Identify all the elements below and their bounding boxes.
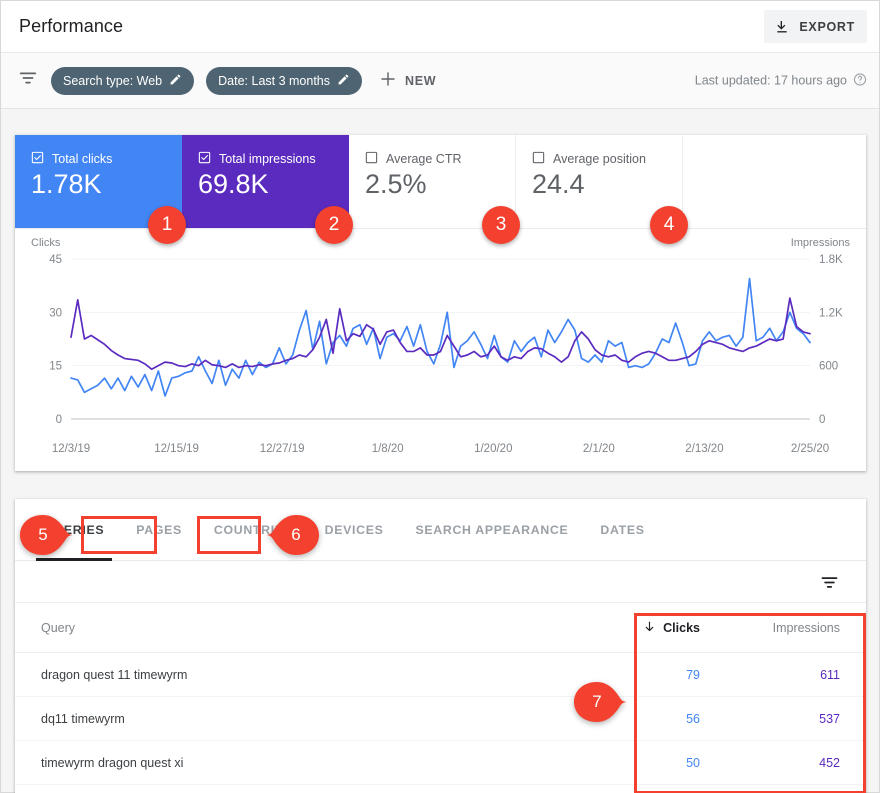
cell-clicks: 79 (686, 667, 700, 682)
cell-query: timewyrm dragon quest xi (41, 755, 184, 770)
metric-card-average-position-label: Average position (553, 152, 646, 166)
performance-page: Performance EXPORT Search type: Web Date… (0, 0, 880, 793)
dimension-table-card: QUERIES PAGES COUNTRIES DEVICES SEARCH APPEA… (15, 499, 866, 793)
chart-plot-area: 0 0 15 600 30 1.2K 45 1.8K 12/3/19 12/15/19 12/27/… (49, 254, 843, 455)
performance-line-chart: Clicks Impressions 0 0 15 600 30 1.2K 45 1.8K 12… (15, 229, 866, 470)
table-body: dragon quest 11 timewyrm 79 611 dq11 timewy… (15, 653, 866, 785)
annotation-badge-3: 3 (482, 206, 520, 244)
metric-card-average-ctr-value: 2.5% (365, 169, 427, 199)
download-icon (774, 19, 790, 35)
svg-text:600: 600 (819, 361, 838, 373)
add-filter-label: NEW (405, 73, 437, 88)
checkbox-checked-icon[interactable] (31, 151, 44, 167)
column-header-clicks-label: Clicks (663, 620, 700, 635)
annotation-pin-6: 6 (264, 514, 320, 556)
checkbox-unchecked-icon[interactable] (365, 151, 378, 167)
svg-text:2/25/20: 2/25/20 (791, 443, 829, 455)
svg-text:12/27/19: 12/27/19 (260, 443, 305, 455)
table-filter-row (15, 561, 866, 603)
cell-impressions: 452 (819, 755, 840, 770)
tab-devices[interactable]: DEVICES (309, 499, 400, 561)
column-header-clicks[interactable]: Clicks (582, 620, 700, 636)
filter-chip-date[interactable]: Date: Last 3 months (206, 66, 363, 95)
cell-impressions: 537 (819, 711, 840, 726)
svg-text:15: 15 (49, 361, 62, 373)
cell-clicks: 50 (686, 755, 700, 770)
annotation-pin-5-label: 5 (38, 525, 48, 544)
svg-text:2/1/20: 2/1/20 (583, 443, 615, 455)
tab-dates[interactable]: DATES (584, 499, 660, 561)
column-header-impressions[interactable]: Impressions (700, 621, 840, 635)
tab-pages[interactable]: PAGES (120, 499, 198, 561)
cell-query: dq11 timewyrm (41, 711, 125, 726)
filter-chip-date-label: Date: Last 3 months (218, 73, 331, 88)
annotation-badge-1: 1 (148, 206, 186, 244)
dimension-tabs: QUERIES PAGES COUNTRIES DEVICES SEARCH APPEA… (15, 499, 866, 561)
annotation-pin-5: 5 (19, 514, 75, 556)
filter-chip-search-type[interactable]: Search type: Web (51, 66, 195, 95)
annotation-pin-7-label: 7 (592, 692, 602, 711)
metric-card-average-ctr-label: Average CTR (386, 152, 462, 166)
metric-card-total-impressions-label: Total impressions (219, 152, 316, 166)
question-mark-circle-icon[interactable] (853, 72, 867, 89)
svg-text:0: 0 (819, 414, 825, 426)
svg-text:1.2K: 1.2K (819, 307, 843, 319)
metric-card-average-position-value: 24.4 (532, 169, 585, 199)
metric-card-total-clicks-header: Total clicks (31, 151, 182, 167)
table-row[interactable]: dragon quest 11 timewyrm 79 611 (15, 653, 866, 697)
arrow-down-icon (643, 620, 656, 636)
table-header-row: Query Clicks Impressions (15, 603, 866, 653)
annotation-badge-2: 2 (315, 206, 353, 244)
svg-text:0: 0 (56, 414, 62, 426)
svg-text:12/3/19: 12/3/19 (52, 443, 90, 455)
svg-text:2/13/20: 2/13/20 (685, 443, 723, 455)
svg-text:1/20/20: 1/20/20 (474, 443, 512, 455)
pencil-icon[interactable] (337, 73, 350, 89)
metric-card-average-ctr-header: Average CTR (365, 151, 515, 167)
plus-icon (379, 70, 397, 91)
annotation-pin-6-label: 6 (291, 525, 301, 544)
checkbox-unchecked-icon[interactable] (532, 151, 545, 167)
checkbox-checked-icon[interactable] (198, 151, 211, 167)
annotation-pin-7: 7 (573, 681, 629, 723)
svg-text:1.8K: 1.8K (819, 254, 843, 266)
metric-card-total-clicks-label: Total clicks (52, 152, 113, 166)
page-header: Performance EXPORT (1, 1, 879, 53)
annotation-badge-4: 4 (650, 206, 688, 244)
metric-card-average-position-header: Average position (532, 151, 682, 167)
last-updated-label: Last updated: 17 hours ago (694, 73, 847, 88)
metric-cards: Total clicks 1.78K Total impressions 69.… (15, 135, 866, 229)
metric-card-total-impressions-header: Total impressions (198, 151, 349, 167)
cell-query: dragon quest 11 timewyrm (41, 667, 188, 682)
export-button[interactable]: EXPORT (764, 10, 867, 43)
metric-card-empty (683, 135, 866, 228)
last-updated: Last updated: 17 hours ago (695, 72, 867, 89)
filter-funnel-icon[interactable] (1, 67, 39, 94)
column-header-query[interactable]: Query (41, 621, 582, 635)
svg-text:30: 30 (49, 307, 62, 319)
table-row[interactable]: timewyrm dragon quest xi 50 452 (15, 741, 866, 785)
performance-chart-card: Total clicks 1.78K Total impressions 69.… (15, 135, 866, 471)
tab-search-appearance[interactable]: SEARCH APPEARANCE (400, 499, 585, 561)
table-row[interactable]: dq11 timewyrm 56 537 (15, 697, 866, 741)
metric-card-total-clicks-value: 1.78K (31, 169, 102, 199)
svg-text:1/8/20: 1/8/20 (372, 443, 404, 455)
metric-card-total-impressions-value: 69.8K (198, 169, 269, 199)
filter-bar: Search type: Web Date: Last 3 months NEW… (1, 53, 879, 109)
page-title: Performance (19, 16, 124, 36)
add-filter-button[interactable]: NEW (379, 70, 436, 91)
pencil-icon[interactable] (169, 73, 182, 89)
svg-text:12/15/19: 12/15/19 (154, 443, 199, 455)
export-label: EXPORT (799, 19, 855, 34)
filter-chip-search-type-label: Search type: Web (63, 73, 163, 88)
cell-impressions: 611 (820, 667, 840, 682)
svg-text:45: 45 (49, 254, 62, 266)
